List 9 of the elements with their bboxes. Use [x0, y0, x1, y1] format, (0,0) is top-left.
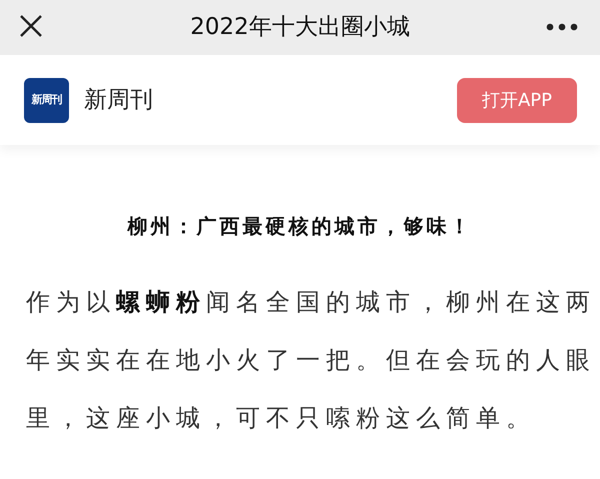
open-app-button[interactable]: 打开APP — [457, 78, 577, 122]
article-paragraph: 作为以螺蛳粉闻名全国的城市，柳州在这两年实实在在地小火了一把。但在会玩的人眼里，这座小城，可不只嗦粉这么简单。 — [26, 287, 597, 434]
article-heading: 柳州：广西最硬核的城市，够味！ — [128, 214, 472, 238]
account-logo: 新周刊 — [24, 78, 69, 122]
close-icon — [18, 13, 44, 39]
account-name: 新周刊 — [84, 86, 153, 115]
page-title: 2022年十大出圈小城 — [190, 16, 410, 39]
close-button[interactable] — [18, 13, 44, 39]
more-icon — [546, 22, 578, 31]
